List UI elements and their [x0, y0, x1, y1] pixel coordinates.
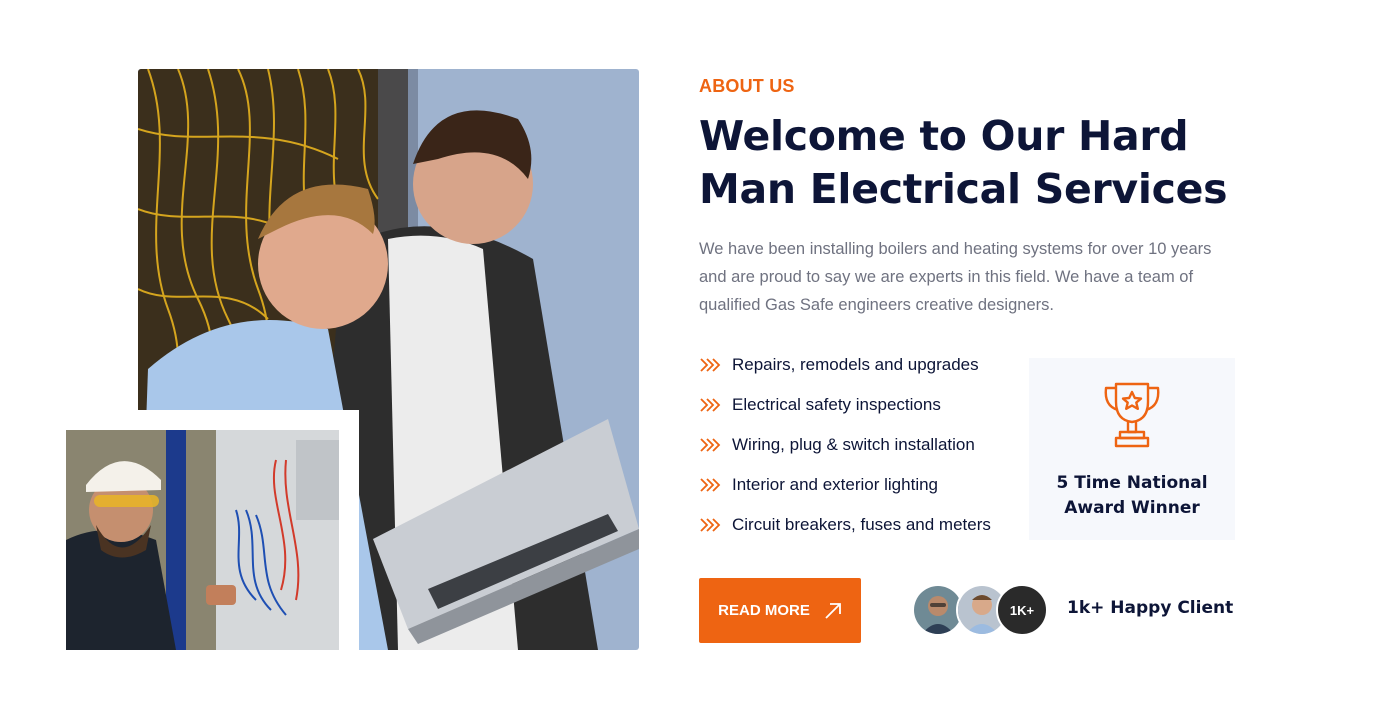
feature-label: Interior and exterior lighting — [732, 475, 939, 494]
client-avatars: 1K+ — [912, 584, 1052, 636]
happy-clients-text: 1k+ Happy Client — [1067, 598, 1234, 618]
award-card: 5 Time National Award Winner — [1029, 358, 1235, 540]
double-chevron-right-icon — [700, 518, 721, 532]
arrow-up-right-icon — [825, 602, 841, 619]
section-description: We have been installing boilers and heat… — [699, 240, 1212, 314]
double-chevron-right-icon — [700, 398, 721, 412]
double-chevron-right-icon — [700, 438, 721, 452]
feature-label: Circuit breakers, fuses and meters — [732, 515, 991, 534]
feature-label: Wiring, plug & switch installation — [732, 435, 975, 454]
feature-list: Repairs, remodels and upgrades Electrica… — [699, 352, 991, 552]
about-secondary-image — [66, 430, 339, 650]
feature-item: Repairs, remodels and upgrades — [699, 352, 991, 378]
feature-item: Interior and exterior lighting — [699, 472, 991, 498]
feature-label: Electrical safety inspections — [732, 395, 941, 414]
read-more-button[interactable]: READ MORE — [699, 578, 861, 643]
read-more-label: READ MORE — [718, 602, 810, 619]
feature-item: Electrical safety inspections — [699, 392, 991, 418]
section-eyebrow: ABOUT US — [699, 76, 795, 96]
client-count-badge: 1K+ — [996, 584, 1048, 636]
double-chevron-right-icon — [700, 478, 721, 492]
feature-item: Wiring, plug & switch installation — [699, 432, 991, 458]
double-chevron-right-icon — [700, 358, 721, 372]
feature-label: Repairs, remodels and upgrades — [732, 355, 979, 374]
section-title: Welcome to Our Hard Man Electrical Servi… — [699, 112, 1228, 213]
trophy-icon — [1104, 382, 1160, 448]
feature-item: Circuit breakers, fuses and meters — [699, 512, 991, 538]
award-text: 5 Time National Award Winner — [1056, 473, 1208, 518]
